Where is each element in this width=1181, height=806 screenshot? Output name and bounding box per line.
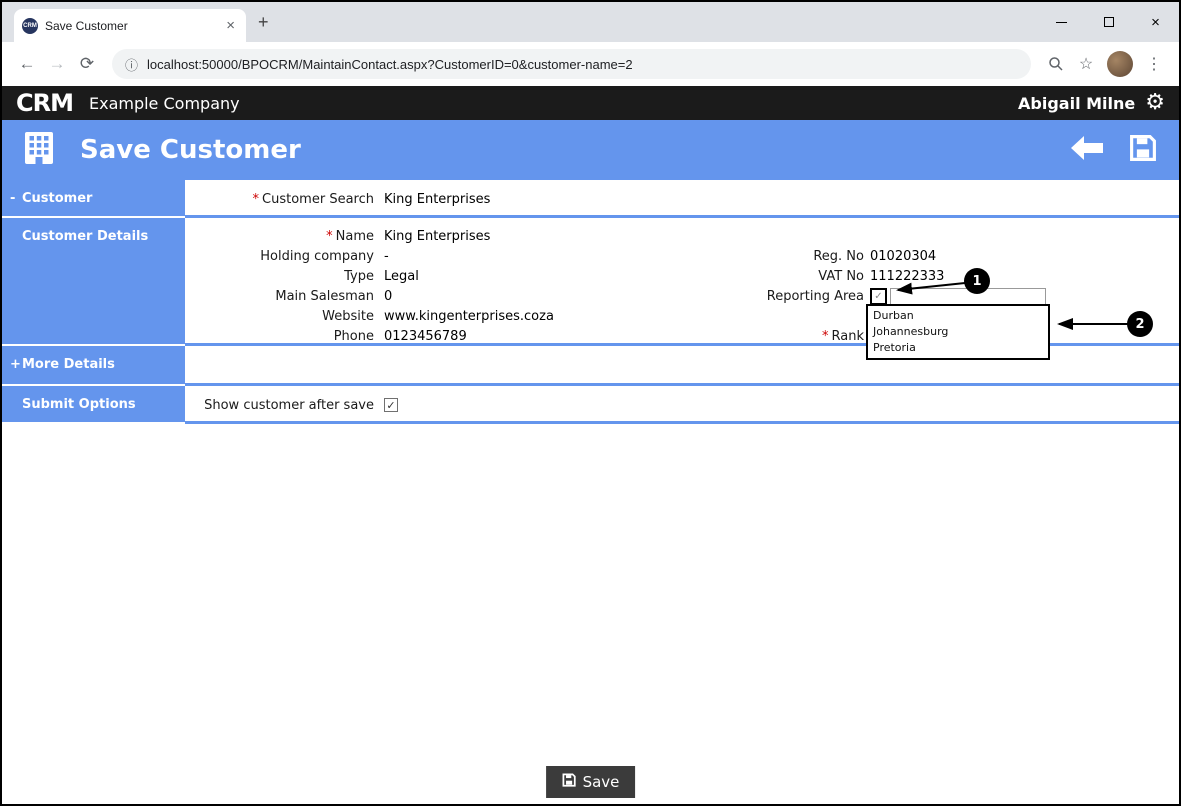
check-icon: ✓ [386,398,396,412]
required-marker: * [822,328,829,344]
minimize-icon [1056,21,1067,23]
forward-nav-icon[interactable]: → [42,49,72,79]
section-submit-options: Submit Options Show customer after save … [2,386,1179,424]
main-salesman-value[interactable]: 0 [384,289,392,304]
sidebar-section-customer[interactable]: - Customer [2,180,185,218]
bookmark-star-icon[interactable]: ☆ [1071,49,1101,79]
window-minimize-button[interactable] [1038,2,1085,42]
crm-favicon: CRM [22,17,38,34]
save-icon [562,773,576,791]
tab-strip: CRM Save Customer × + × [2,2,1179,42]
section-customer-details: Customer Details * Name King Enterprises … [2,218,1179,360]
reg-no-value[interactable]: 01020304 [870,249,936,264]
reload-icon[interactable]: ⟳ [72,49,102,79]
browser-toolbar: ← → ⟳ ⓘ localhost:50000/BPOCRM/MaintainC… [2,42,1179,86]
submit-options-fields: Show customer after save ✓ [185,386,1179,424]
maximize-icon [1103,17,1114,27]
phone-value[interactable]: 0123456789 [384,329,467,344]
user-name: Abigail Milne [1018,93,1136,113]
collapse-toggle[interactable]: - [10,191,22,206]
browser-window: CRM Save Customer × + × ← → ⟳ ⓘ localhos… [0,0,1181,806]
back-button[interactable] [1069,135,1105,165]
name-value[interactable]: King Enterprises [384,229,490,244]
holding-company-value[interactable]: - [384,249,389,264]
page-title: Save Customer [80,135,301,165]
window-controls: × [1038,2,1179,42]
save-button-label: Save [582,773,620,791]
vat-no-value[interactable]: 111222333 [870,269,944,284]
customer-details-fields: * Name King Enterprises Holding company -… [185,218,1179,360]
app-header: CRM Example Company Abigail Milne ⚙ [2,86,1179,120]
check-icon: ✓ [874,290,883,302]
customer-search-field: * Customer Search King Enterprises [185,189,1179,209]
website-value[interactable]: www.kingenterprises.coza [384,309,554,324]
sidebar-section-more-details[interactable]: +More Details [2,346,185,386]
dropdown-option-pretoria[interactable]: Pretoria [868,340,1048,356]
vat-no-field: VAT No 111222333 [818,268,945,284]
sidebar-section-submit-options: Submit Options [2,386,185,424]
name-field: * Name King Enterprises [326,228,491,244]
settings-gear-icon[interactable]: ⚙ [1145,92,1165,114]
new-tab-button[interactable]: + [258,12,269,33]
reporting-area-dropdown: Durban Johannesburg Pretoria [866,304,1050,360]
tab-close-icon[interactable]: × [223,17,238,34]
dropdown-option-durban[interactable]: Durban [868,308,1048,324]
back-nav-icon[interactable]: ← [12,49,42,79]
profile-avatar[interactable] [1107,51,1133,77]
tab-title: Save Customer [45,18,128,33]
section-customer: - Customer * Customer Search King Enterpri… [2,180,1179,218]
required-marker: * [252,191,260,207]
url-bar[interactable]: ⓘ localhost:50000/BPOCRM/MaintainContact… [112,49,1031,79]
customer-search-value[interactable]: King Enterprises [384,192,490,207]
browser-tab[interactable]: CRM Save Customer × [14,9,246,42]
sidebar-section-customer-details: Customer Details [2,218,185,346]
customer-fields: * Customer Search King Enterprises [185,180,1179,218]
required-marker: * [326,228,333,244]
zoom-icon[interactable] [1041,49,1071,79]
annotation-1: 1 [964,268,990,294]
crm-logo: CRM [16,89,74,117]
show-customer-checkbox[interactable]: ✓ [384,398,398,412]
page-info-icon[interactable]: ⓘ [125,55,138,74]
url-text: localhost:50000/BPOCRM/MaintainContact.a… [147,56,633,72]
window-maximize-button[interactable] [1085,2,1132,42]
save-button-header[interactable] [1129,134,1157,166]
company-name: Example Company [88,93,240,113]
type-value[interactable]: Legal [384,269,419,284]
window-close-button[interactable]: × [1132,2,1179,42]
save-button[interactable]: Save [545,766,636,798]
page-header: Save Customer [2,120,1179,180]
annotation-2: 2 [1127,311,1153,337]
expand-toggle[interactable]: + [10,357,22,372]
menu-dots-icon[interactable]: ⋮ [1139,49,1169,79]
dropdown-option-johannesburg[interactable]: Johannesburg [868,324,1048,340]
reg-no-field: Reg. No 01020304 [813,248,937,264]
show-after-save-field: Show customer after save ✓ [185,395,1179,415]
rank-field: * Rank [822,328,864,344]
building-icon [24,131,54,169]
form-body: - Customer * Customer Search King Enterpri… [2,180,1179,804]
customer-search-label: * Customer Search [252,191,374,207]
reporting-area-toggle[interactable]: ✓ [870,287,887,305]
